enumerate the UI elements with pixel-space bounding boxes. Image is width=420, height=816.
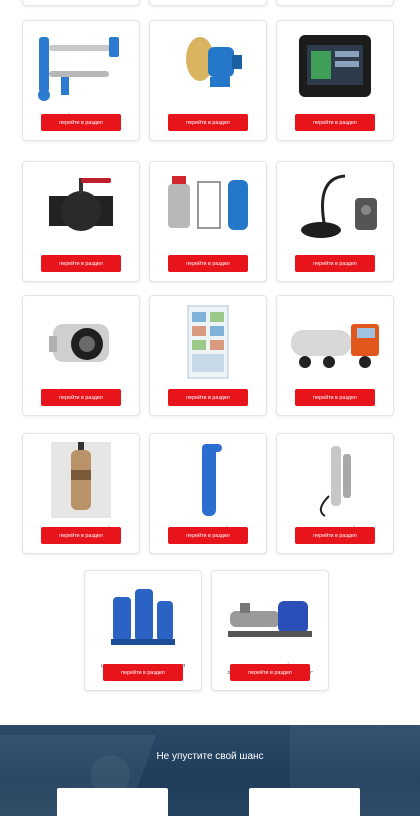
flow-meter-icon <box>29 302 133 382</box>
go-to-section-button[interactable]: перейти в раздел <box>168 389 248 406</box>
go-to-section-button[interactable]: перейти в раздел <box>295 527 375 544</box>
loading-arm-icon <box>29 27 133 107</box>
go-to-section-button[interactable]: перейти в раздел <box>103 664 183 681</box>
go-to-section-button[interactable]: перейти в раздел <box>168 114 248 131</box>
product-card[interactable]: ЦЕНТРОБЕЖНЫЙ ЭЛЕКТРОНАСОС "ВЦ" перейти в… <box>149 433 267 554</box>
banner-offer-card[interactable] <box>57 788 168 816</box>
intercom-icon <box>283 168 387 248</box>
go-to-section-button[interactable]: перейти в раздел <box>41 389 121 406</box>
product-card[interactable]: ЗАПРАВКА ТОПЛИВОЗОВ перейти в раздел <box>276 295 394 416</box>
go-to-section-button[interactable]: перейти в раздел <box>230 664 310 681</box>
go-to-section-button[interactable]: перейти в раздел <box>295 114 375 131</box>
previous-card-bottom <box>276 0 394 6</box>
product-card[interactable]: ШАРОВЫЕ КРАНЫ перейти в раздел <box>22 161 140 282</box>
go-to-section-button[interactable]: перейти в раздел <box>41 527 121 544</box>
filter-icon <box>156 27 260 107</box>
banner-heading: Не упустите свой шанс <box>156 751 264 762</box>
submersible-pump-icon <box>283 440 387 520</box>
go-to-section-button[interactable]: перейти в раздел <box>168 527 248 544</box>
product-card[interactable]: ЦЕНТРОБЕЖНЫЙ ЭЛЕКТРОНАСОС"ЦН" перейти в … <box>276 433 394 554</box>
previous-card-bottom <box>22 0 140 6</box>
borehole-pump-icon <box>156 440 260 520</box>
go-to-section-button[interactable]: перейти в раздел <box>168 255 248 272</box>
product-card[interactable]: УСТРОЙСТВА ДЛЯ СЛИВА И НАЛИВА ТОПЛИВА пе… <box>22 20 140 141</box>
previous-card-bottom <box>149 0 267 6</box>
product-card[interactable]: ПЕРЕГОВОРНЫЕ УСТРОЙСТВА перейти в раздел <box>276 161 394 282</box>
tanker-truck-icon <box>283 302 387 382</box>
level-gauge-icon <box>283 27 387 107</box>
product-card[interactable]: ДРУГОЕ перейти в раздел <box>149 295 267 416</box>
go-to-section-button[interactable]: перейти в раздел <box>41 114 121 131</box>
call-to-action-banner: Не упустите свой шанс <box>0 725 420 816</box>
screw-pump-icon <box>218 577 322 657</box>
breather-valve-icon <box>156 168 260 248</box>
product-card[interactable]: СИСТЕМЫ ИЗМЕРЕНИЯ УРОВНЯ НЕФТЕПРОДУКТОВ … <box>276 20 394 141</box>
go-to-section-button[interactable]: перейти в раздел <box>41 255 121 272</box>
product-card[interactable]: ОДНОВИНТОВОЙ ЭКСЦЕНТРИКОВЫЙ НАСОС "БАРОН… <box>211 570 329 691</box>
product-card[interactable]: КЛАПАНЫ ДЫХАТЕЛЬНЫЕ И ПРЕДОХРАНИТЕЛЬНЫЕ … <box>149 161 267 282</box>
sewage-pump-icon <box>91 577 195 657</box>
ball-valve-icon <box>29 168 133 248</box>
banner-offer-card[interactable] <box>249 788 360 816</box>
poster-icon <box>156 302 260 382</box>
product-card[interactable]: СЧЁТЧИКИ ЖИДКОСТИ перейти в раздел <box>22 295 140 416</box>
product-card[interactable]: НАСОС ВИБРАЦИОННЫЙ "МАЛЫШ-М" перейти в р… <box>22 433 140 554</box>
product-card[interactable]: ФИЛЬТРЫ ДЛЯ НЕФТЕПРОДУКТОВ перейти в раз… <box>149 20 267 141</box>
product-card[interactable]: ЦЕНТРОБЕЖНЫЕ ПОГРУЖНЫЕ ДЛЯ ЗАГРЯЗНЕННЫХ … <box>84 570 202 691</box>
go-to-section-button[interactable]: перейти в раздел <box>295 255 375 272</box>
vibration-pump-icon <box>29 440 133 520</box>
go-to-section-button[interactable]: перейти в раздел <box>295 389 375 406</box>
